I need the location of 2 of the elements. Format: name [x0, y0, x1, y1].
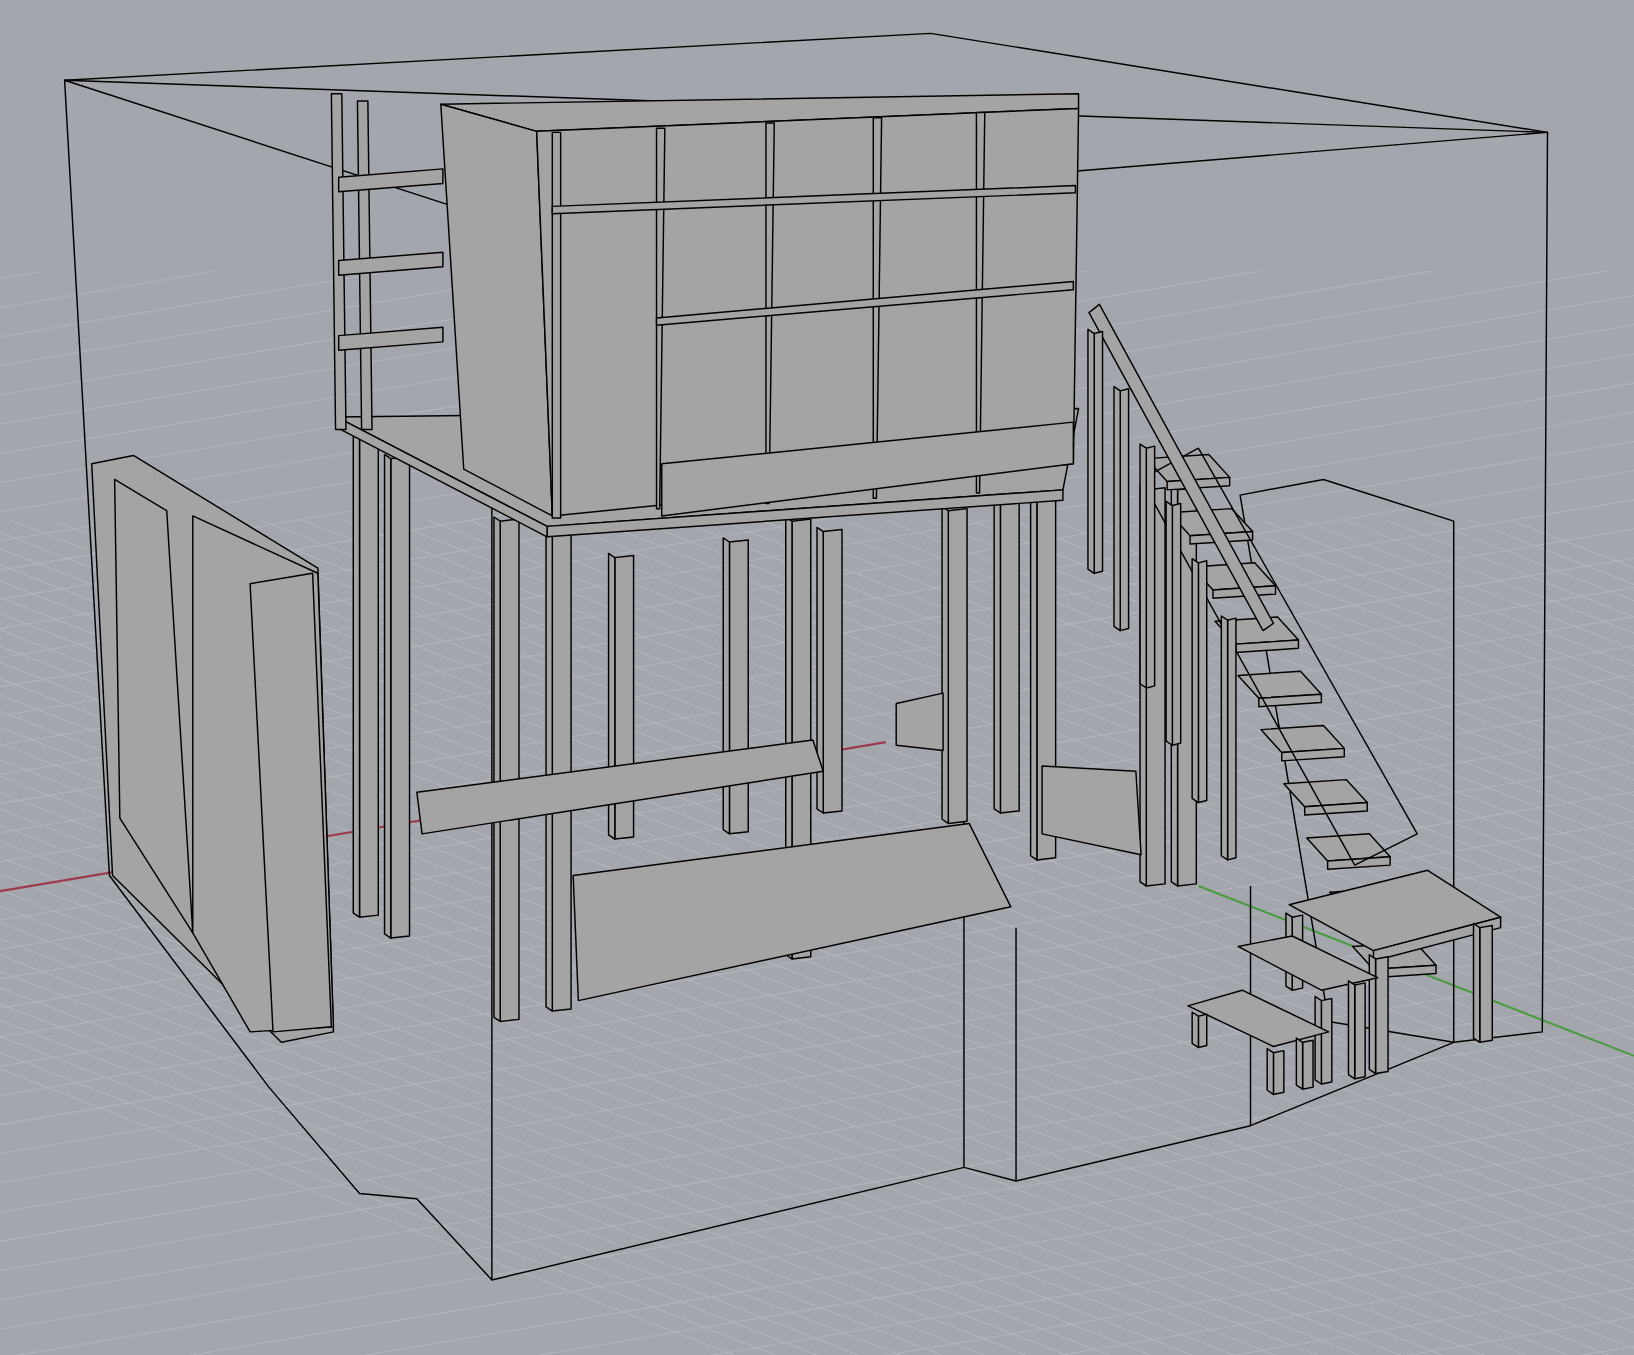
viewport[interactable] — [0, 0, 1634, 1355]
loft-model-drawing[interactable] — [63, 32, 1549, 1281]
